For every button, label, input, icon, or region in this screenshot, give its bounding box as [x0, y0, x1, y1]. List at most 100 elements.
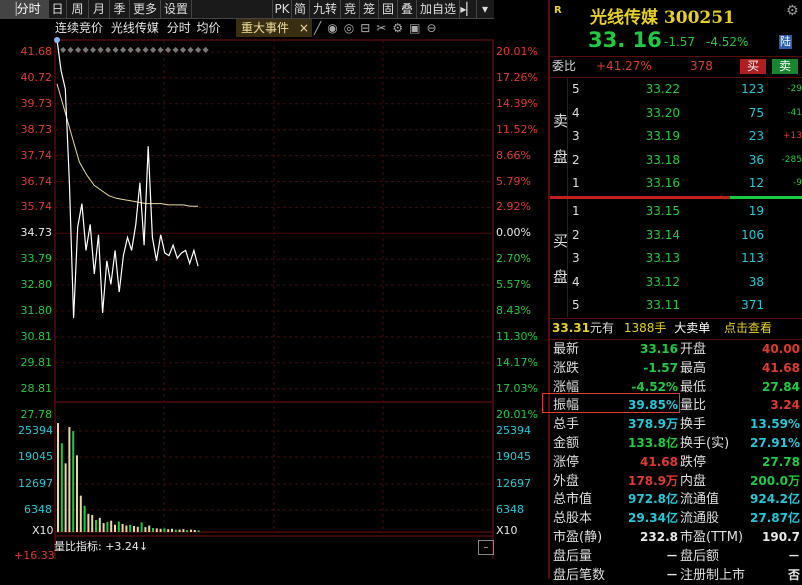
tab-simple[interactable]: 简 [291, 0, 310, 18]
weibi-label: 委比 [552, 59, 577, 73]
tab-quarter[interactable]: 季 [110, 0, 130, 18]
volume-ratio-header[interactable]: 量比指标: +3.24↓ [54, 539, 148, 555]
stat-label: 市盈(静) [553, 530, 603, 545]
sell-delta: +13 [783, 131, 802, 141]
price-axis-left-9: 32.80 [20, 278, 53, 292]
open-marker [54, 37, 60, 43]
stat-value: 40.00 [762, 342, 800, 356]
tab-pk[interactable]: PK [272, 0, 292, 18]
sell-volume: 12 [748, 176, 764, 190]
stat-value: 972.8亿 [628, 492, 678, 507]
stat-value: 41.68 [640, 454, 678, 469]
buy-level: 5 [572, 298, 580, 312]
tab-settings[interactable]: 设置 [161, 0, 192, 18]
stat-value: 378.9万 [628, 417, 678, 432]
stat-label: 内盘 [680, 473, 707, 489]
price-axis-left-1: 40.72 [20, 70, 53, 84]
buy-price[interactable]: 33.12 [630, 273, 680, 292]
stat-value: 178.9万 [628, 473, 678, 488]
vol-axis-right-1: 19045 [496, 450, 531, 463]
price-axis-right-10: 8.43% [496, 304, 531, 317]
expand-icon[interactable]: ▸▏ [460, 0, 477, 18]
intraday-chart: 连续竞价 光线传媒 分时 均价 重大事件 × ╱◉◎⊟✂⚙▣⊖ ◆ ◆ ◆ ◆ ◆ ◆ ◆ ◆… [0, 19, 548, 579]
sell-price[interactable]: 33.20 [630, 104, 680, 123]
stat-label: 流通股 [680, 511, 720, 527]
volume-bar [117, 521, 120, 532]
buy-price[interactable]: 33.13 [630, 249, 680, 268]
vol-axis-left-0: 25394 [18, 424, 53, 437]
sell-price[interactable]: 33.19 [630, 127, 680, 146]
buy-price[interactable]: 33.15 [630, 202, 680, 221]
price-axis-left-14: 27.78 [20, 407, 53, 421]
stat-value: 27.91% [750, 436, 800, 450]
price-axis-right-6: 2.92% [496, 200, 531, 214]
volume-bar [60, 443, 63, 532]
volume-bar [102, 523, 105, 532]
price-axis-left-13: 28.81 [20, 381, 53, 395]
buy-price[interactable]: 33.14 [630, 226, 680, 245]
stat-label: 涨停 [553, 454, 580, 470]
stat-value: 924.2亿 [750, 492, 800, 507]
price-axis-left-11: 30.81 [20, 329, 53, 343]
stat-label: 金额 [553, 436, 580, 451]
volume-bar [110, 520, 113, 532]
tab-long[interactable]: 笼 [360, 0, 379, 18]
tab-month[interactable]: 月 [89, 0, 110, 18]
r-badge: R [554, 5, 562, 16]
volume-bar [182, 529, 185, 532]
sell-price[interactable]: 33.22 [630, 80, 680, 99]
tab-fenshi[interactable]: ▕分时 [0, 0, 49, 18]
tab-week[interactable]: 周 [67, 0, 89, 18]
tab-gu[interactable]: 固 [379, 0, 398, 18]
volume-bar [148, 525, 151, 532]
volume-bar [136, 526, 139, 532]
stock-title: 光线传媒 300251 [590, 8, 735, 28]
sell-price[interactable]: 33.16 [630, 174, 680, 193]
dropdown-icon[interactable]: ▾ [477, 0, 493, 18]
vol-axis-left-2: 12697 [18, 477, 53, 490]
event-marker: ◆ [105, 45, 112, 54]
event-marker: ◆ [68, 45, 75, 54]
price-axis-left-7: 34.73 [20, 226, 53, 240]
sell-button[interactable]: 卖 [772, 59, 798, 74]
stat-value: 33.16 [640, 342, 678, 356]
sell-level: 2 [572, 152, 580, 167]
sell-price[interactable]: 33.18 [630, 151, 680, 170]
price-axis-left-2: 39.73 [20, 96, 53, 110]
price-axis-right-5: 5.79% [496, 174, 531, 188]
event-marker: ◆ [203, 45, 210, 54]
collapse-panel-icon[interactable]: – [478, 540, 494, 555]
tab-overlay[interactable]: 叠 [398, 0, 417, 18]
volume-bar [155, 528, 158, 532]
vol-axis-right-3: 6348 [496, 503, 524, 516]
big-order-row[interactable]: 33.31元有 1388手 大卖单 点击查看 [552, 319, 772, 338]
volume-bar [159, 528, 162, 532]
buy-volume: 371 [741, 298, 764, 312]
tab-day[interactable]: 日 [49, 0, 67, 18]
gear-icon[interactable]: ⚙ [786, 3, 799, 19]
vol-axis-left-1: 19045 [18, 450, 53, 463]
buy-button[interactable]: 买 [740, 59, 766, 74]
sell-volume: 123 [741, 82, 764, 96]
volume-bar [114, 524, 116, 532]
amplitude-highlight [542, 393, 680, 413]
weibi-diff: 378 [690, 59, 713, 73]
stat-label: 换手 [680, 417, 707, 433]
stat-label: 盘后额 [680, 548, 720, 564]
stat-label: 外盘 [553, 473, 580, 489]
tab-jing[interactable]: 竞 [341, 0, 360, 18]
volume-bar [57, 423, 59, 532]
price-axis-left-4: 37.74 [20, 148, 53, 162]
price-axis-right-12: 14.17% [496, 355, 538, 369]
add-watchlist-button[interactable]: 加自选 [417, 0, 460, 18]
sell-volume: 75 [748, 105, 764, 120]
volume-bar [190, 529, 192, 532]
buy-price[interactable]: 33.11 [630, 296, 680, 315]
volume-bar [98, 517, 101, 532]
tab-more[interactable]: 更多 [130, 0, 161, 18]
view-details-link[interactable]: 点击查看 [724, 321, 772, 335]
tab-jiuzhuan[interactable]: 九转 [310, 0, 341, 18]
price-axis-right-8: 2.70% [496, 252, 531, 266]
volume-bar [178, 529, 181, 532]
stat-value: － [665, 567, 678, 582]
